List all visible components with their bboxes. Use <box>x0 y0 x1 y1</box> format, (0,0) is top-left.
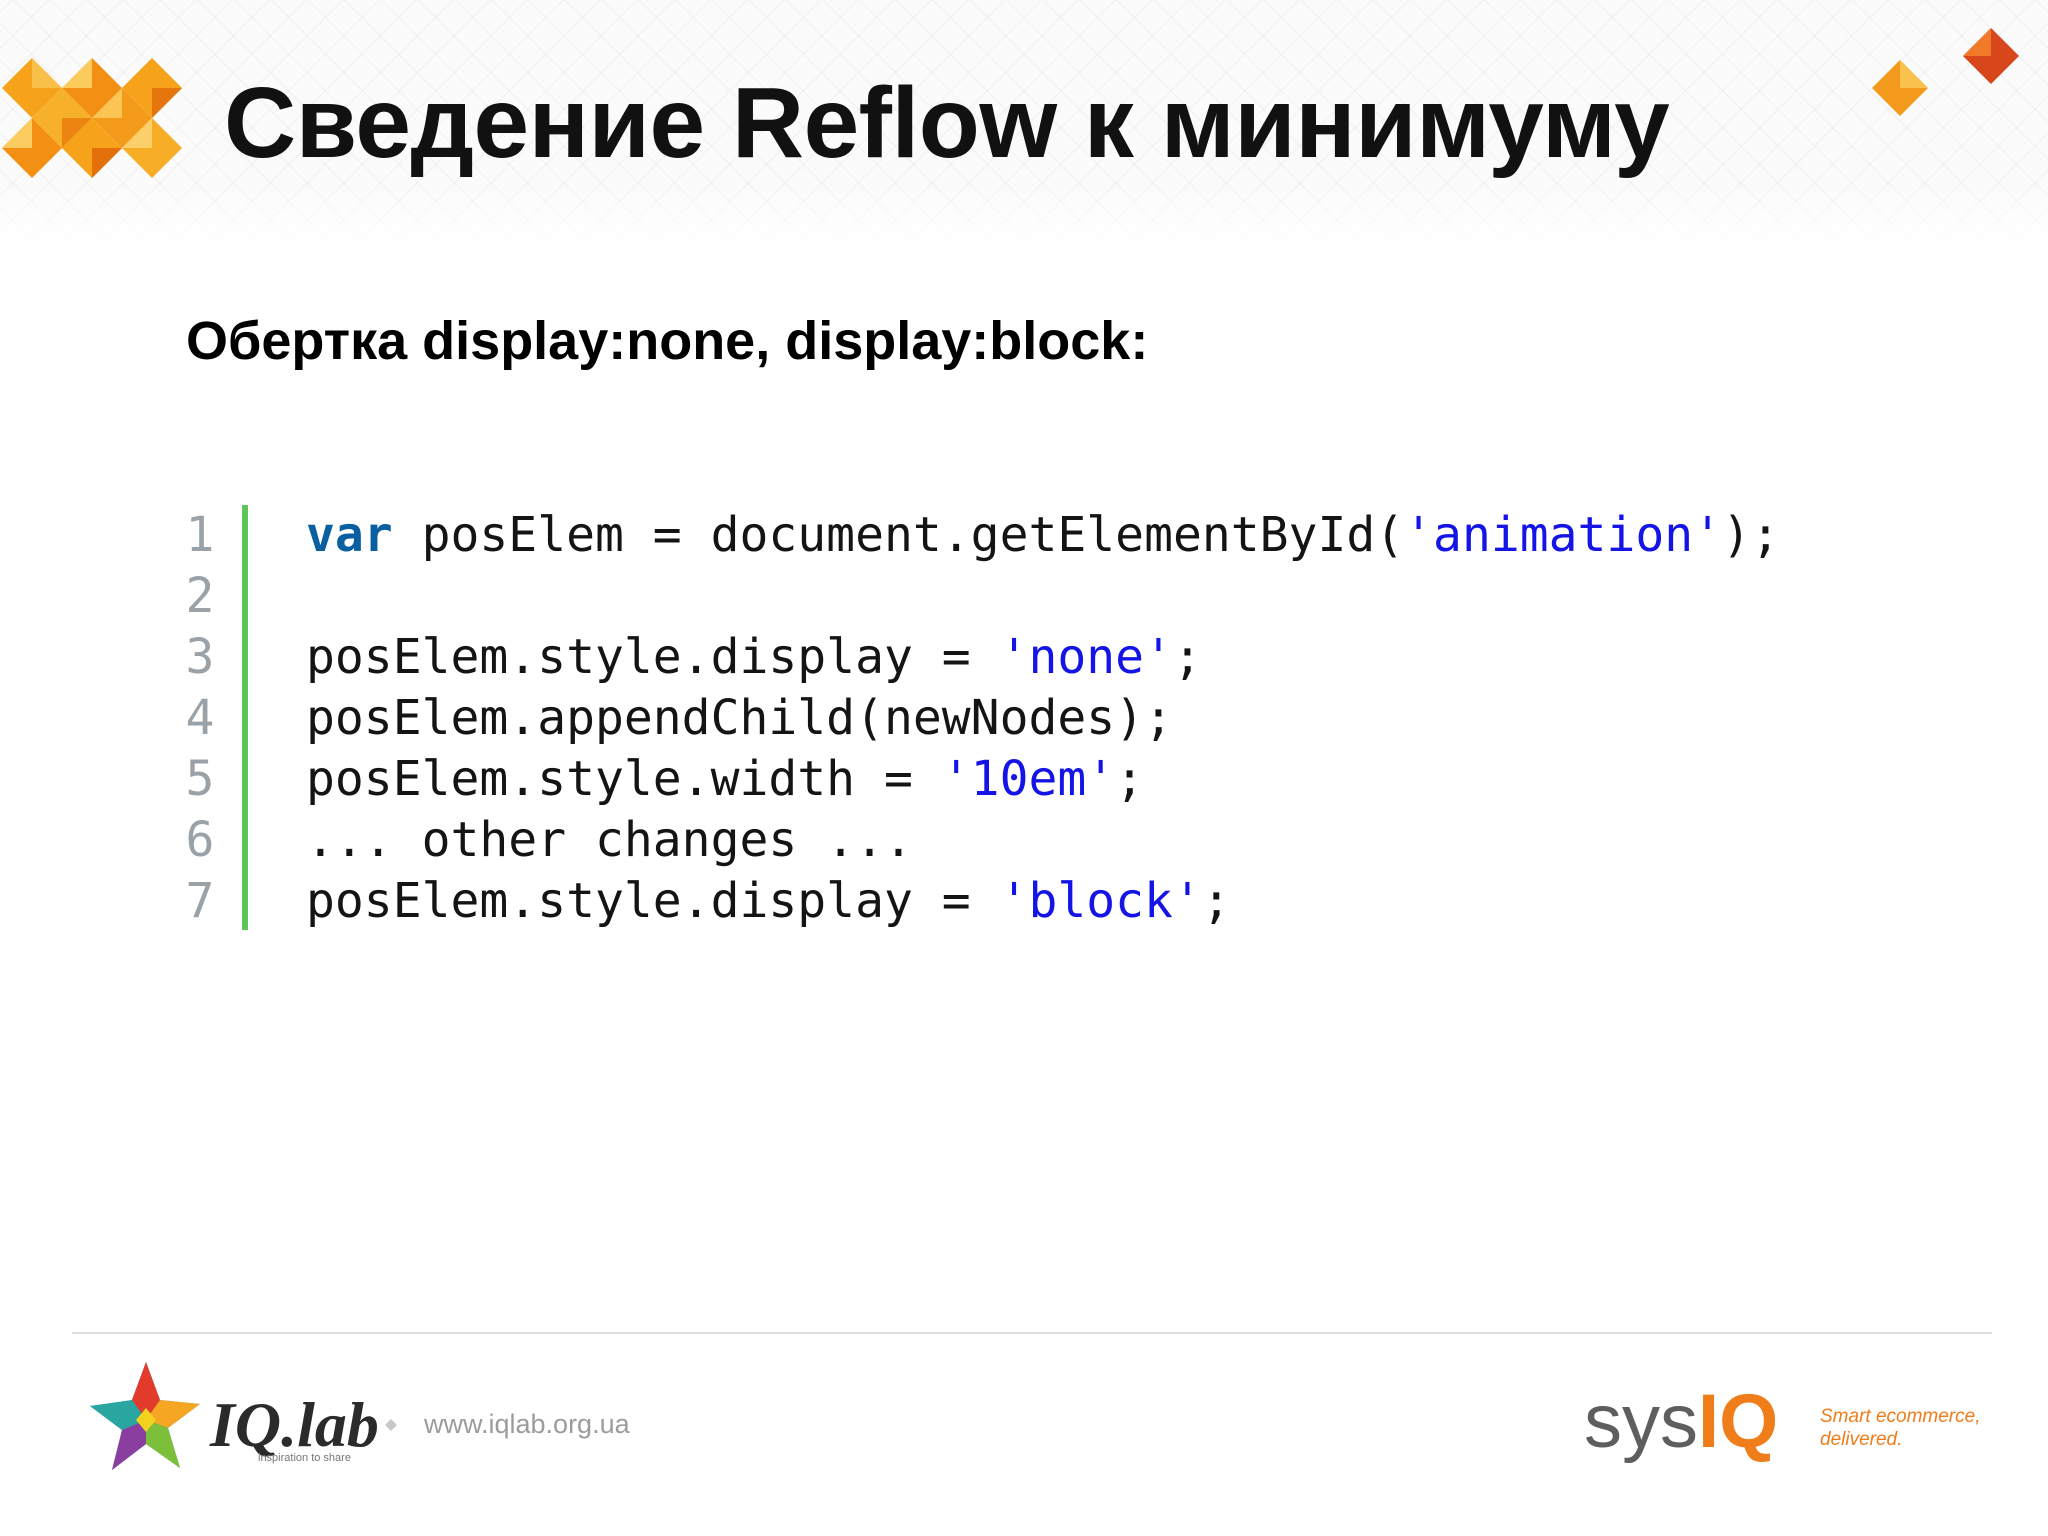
code-token: posElem.appendChild(newNodes); <box>306 690 1173 746</box>
code-block: 1 var posElem = document.getElementById('… <box>180 505 1880 930</box>
line-number: 3 <box>185 629 215 685</box>
code-text: posElem.style.display = 'block'; <box>306 871 1231 932</box>
code-string: '10em' <box>941 751 1116 807</box>
sysiq-tagline: Smart ecommerce, delivered. <box>1820 1405 2020 1451</box>
sysiq-tagline-line-2: delivered. <box>1820 1429 1903 1450</box>
code-token: posElem.style.display = <box>306 873 1000 929</box>
code-string: 'none' <box>999 629 1173 685</box>
code-token: ... other changes ... <box>306 812 913 868</box>
sysiq-tagline-line-1: Smart ecommerce, <box>1820 1406 1981 1427</box>
code-gutter-bar <box>242 505 248 930</box>
code-text: posElem.style.display = 'none'; <box>306 627 1202 688</box>
iqlab-tagline: inspiration to share <box>258 1452 351 1464</box>
code-keyword: var <box>306 507 393 563</box>
line-number: 7 <box>185 873 215 929</box>
orange-diamonds-icon <box>1872 28 2019 116</box>
code-token: posElem.style.display = <box>306 629 1000 685</box>
code-token: ; <box>1115 751 1145 807</box>
orange-mosaic-logo-icon <box>2 58 182 178</box>
slide-subtitle: Обертка display:none, display:block: <box>186 311 1149 371</box>
sysiq-logo: sysIQ <box>1584 1384 1778 1460</box>
line-number: 6 <box>185 812 215 868</box>
small-diamond-icon <box>385 1419 397 1431</box>
code-text: ... other changes ... <box>306 810 913 871</box>
code-token: ); <box>1722 507 1780 563</box>
sysiq-logo-sys: sys <box>1584 1379 1698 1464</box>
line-number: 4 <box>185 690 215 746</box>
line-number: 2 <box>185 568 215 624</box>
code-text: posElem.appendChild(newNodes); <box>306 688 1173 749</box>
code-text: posElem.style.width = '10em'; <box>306 749 1144 810</box>
code-token: posElem.style.width = <box>306 751 942 807</box>
footer-divider <box>72 1332 1992 1334</box>
code-token: posElem = document.getElementById( <box>392 507 1405 563</box>
code-token: ; <box>1172 629 1202 685</box>
slide-title: Сведение Reflow к минимуму <box>224 67 1670 179</box>
code-string: 'animation' <box>1404 507 1723 563</box>
code-token: ; <box>1201 873 1231 929</box>
line-number: 5 <box>185 751 215 807</box>
sysiq-logo-iq: IQ <box>1698 1379 1779 1464</box>
code-text: var posElem = document.getElementById('a… <box>306 505 1780 566</box>
iqlab-star-logo-icon <box>90 1362 200 1470</box>
iqlab-wordmark: IQ.lab <box>210 1389 379 1460</box>
line-number: 1 <box>185 507 215 563</box>
code-string: 'block' <box>999 873 1202 929</box>
website-link[interactable]: www.iqlab.org.ua <box>424 1409 630 1440</box>
